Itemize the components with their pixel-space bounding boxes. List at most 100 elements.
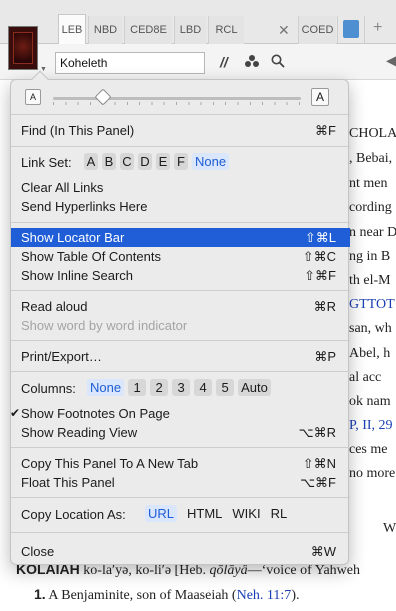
- copy-location-option[interactable]: HTML: [187, 505, 222, 522]
- menu-divider: [11, 290, 350, 291]
- menu-item-shortcut: ⇧⌘N: [302, 456, 336, 471]
- parallel-resources-icon[interactable]: //: [220, 54, 228, 70]
- tab-label: RCL: [215, 24, 238, 36]
- tab-label: NBD: [93, 24, 118, 36]
- tab-ced8e[interactable]: CED8E: [124, 16, 172, 44]
- copy-location-label: Copy Location As:: [21, 507, 126, 522]
- link-set-option[interactable]: E: [156, 153, 170, 170]
- menu-item-shortcut: ⌥⌘R: [298, 425, 336, 440]
- columns-option[interactable]: 2: [150, 379, 169, 396]
- doc-line: ng in B: [349, 249, 391, 264]
- tab-leb[interactable]: LEB: [58, 14, 86, 45]
- tab-separator: [337, 16, 338, 44]
- doc-line: ok nam: [349, 394, 391, 409]
- font-smaller-icon[interactable]: A: [25, 89, 41, 105]
- sense-end: ).: [291, 588, 300, 603]
- navigate-back-icon[interactable]: ◀: [386, 52, 396, 69]
- find-in-panel-item[interactable]: Find (In This Panel) ⌘F: [11, 121, 350, 140]
- doc-line: cording: [349, 200, 392, 215]
- sense-number: 1.: [34, 586, 46, 602]
- tab-separator: [364, 16, 365, 44]
- menu-divider: [11, 532, 350, 533]
- tab-label: COED: [301, 24, 334, 36]
- read-aloud-item[interactable]: Read aloud ⌘R: [11, 297, 350, 316]
- doc-link-line[interactable]: P, II, 29: [349, 418, 393, 434]
- doc-line: al acc: [349, 370, 382, 385]
- send-hyperlinks-item[interactable]: Send Hyperlinks Here: [11, 197, 350, 216]
- menu-item-label: Send Hyperlinks Here: [21, 199, 148, 214]
- clear-all-links-item[interactable]: Clear All Links: [11, 178, 350, 197]
- entry-sense: 1. A Benjaminite, son of Maaseiah (Neh. …: [34, 586, 299, 604]
- tab-label: LEB: [61, 24, 83, 36]
- book-cover-image: [13, 32, 33, 64]
- copy-location-row: Copy Location As: URL HTML WIKI RL: [11, 505, 350, 524]
- columns-option[interactable]: 1: [128, 379, 147, 396]
- show-footnotes-item[interactable]: ✔ Show Footnotes On Page: [10, 404, 350, 423]
- menu-item-label: Find (In This Panel): [21, 123, 135, 138]
- reference-input[interactable]: [55, 52, 205, 74]
- columns-option[interactable]: 5: [216, 379, 235, 396]
- float-panel-item[interactable]: Float This Panel ⌥⌘F: [11, 473, 350, 492]
- tab-rcl[interactable]: RCL: [208, 16, 244, 44]
- menu-item-shortcut: ⌘P: [314, 349, 336, 364]
- link-set-none-selected[interactable]: None: [192, 153, 230, 170]
- link-set-option[interactable]: C: [120, 153, 134, 170]
- entry-pronunciation: ko-la′yə, ko-li′ə [Heb.: [79, 563, 210, 578]
- link-set-option[interactable]: F: [174, 153, 188, 170]
- menu-item-shortcut: ⌥⌘F: [300, 475, 336, 490]
- entry-hebrew: qōlāyâ: [209, 563, 248, 578]
- tab-coed[interactable]: COED: [298, 16, 336, 44]
- link-set-option[interactable]: D: [138, 153, 152, 170]
- doc-line: Abel, h: [349, 346, 391, 361]
- link-set-row: Link Set: A B C D E F None: [11, 153, 350, 172]
- close-panel-item[interactable]: Close ⌘W: [11, 542, 350, 561]
- panel-toolbar: // ◀: [0, 44, 396, 80]
- menu-item-shortcut: ⇧⌘L: [304, 230, 336, 245]
- show-toc-item[interactable]: Show Table Of Contents ⇧⌘C: [11, 247, 350, 266]
- columns-none-selected[interactable]: None: [87, 379, 125, 396]
- doc-line: W: [383, 521, 396, 536]
- menu-item-shortcut: ⇧⌘F: [304, 268, 336, 283]
- columns-option[interactable]: 3: [172, 379, 191, 396]
- menu-divider: [11, 447, 350, 448]
- doc-line: n near D: [349, 225, 396, 240]
- show-word-indicator-item: Show word by word indicator: [11, 316, 350, 335]
- scripture-link[interactable]: Neh. 11:7: [237, 588, 292, 603]
- copy-location-url-selected[interactable]: URL: [145, 505, 178, 522]
- link-set-options: A B C D E F None: [84, 153, 230, 170]
- close-tab-icon[interactable]: ✕: [278, 22, 290, 39]
- doc-line: no more: [349, 466, 396, 481]
- menu-item-label: Float This Panel: [21, 475, 115, 490]
- link-set-option[interactable]: A: [84, 153, 98, 170]
- tab-nbd[interactable]: NBD: [88, 16, 122, 44]
- search-icon[interactable]: [271, 54, 285, 71]
- font-small-label: A: [29, 92, 36, 102]
- menu-item-label: Show Table Of Contents: [21, 249, 161, 264]
- font-size-slider[interactable]: [53, 97, 301, 100]
- columns-option[interactable]: 4: [194, 379, 213, 396]
- checkmark-icon: ✔: [10, 406, 21, 420]
- add-tab-icon[interactable]: +: [373, 19, 382, 37]
- copy-panel-new-tab-item[interactable]: Copy This Panel To A New Tab ⇧⌘N: [11, 454, 350, 473]
- menu-item-label: Copy This Panel To A New Tab: [21, 456, 199, 471]
- print-export-item[interactable]: Print/Export… ⌘P: [11, 347, 350, 366]
- tab-lbd[interactable]: LBD: [174, 16, 206, 44]
- doc-link-line[interactable]: GTTOT: [349, 297, 395, 313]
- font-larger-icon[interactable]: A: [311, 88, 329, 106]
- menu-divider: [11, 340, 350, 341]
- menu-item-label: Read aloud: [21, 299, 88, 314]
- show-reading-view-item[interactable]: Show Reading View ⌥⌘R: [11, 423, 350, 442]
- resource-cover-button[interactable]: [8, 26, 38, 70]
- menu-divider: [11, 371, 350, 372]
- show-inline-search-item[interactable]: Show Inline Search ⇧⌘F: [11, 266, 350, 285]
- menu-item-shortcut: ⇧⌘C: [302, 249, 336, 264]
- columns-row: Columns: None 1 2 3 4 5 Auto: [11, 379, 350, 398]
- entry-gloss: —‘voice of Yahweh: [247, 563, 361, 578]
- link-set-option[interactable]: B: [102, 153, 116, 170]
- visual-filters-icon[interactable]: [244, 54, 260, 71]
- columns-option[interactable]: Auto: [238, 379, 271, 396]
- panel-tab-icon[interactable]: [343, 20, 359, 38]
- copy-location-option[interactable]: RL: [271, 505, 288, 522]
- copy-location-option[interactable]: WIKI: [232, 505, 260, 522]
- show-locator-bar-item[interactable]: Show Locator Bar ⇧⌘L: [11, 228, 350, 247]
